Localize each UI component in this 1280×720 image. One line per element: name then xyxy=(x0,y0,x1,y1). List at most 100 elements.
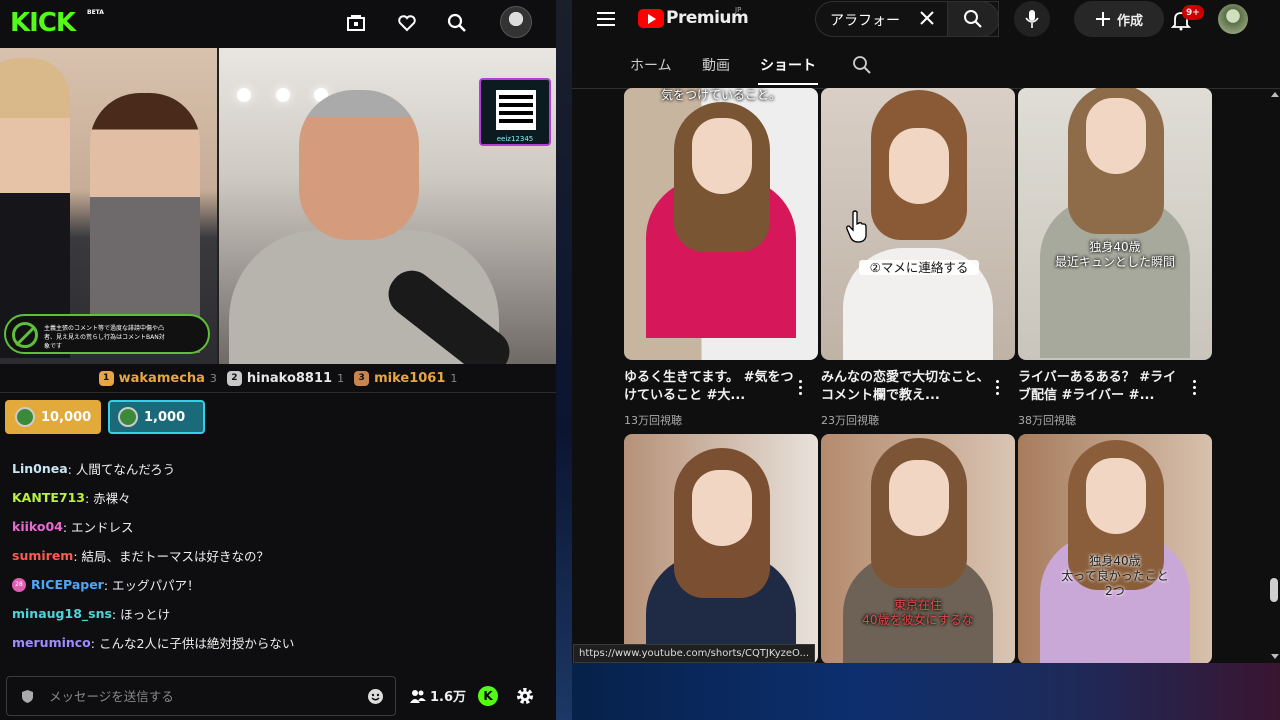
short-title[interactable]: ライバーあるある？ #ライブ配信 #ライバー #... xyxy=(1018,369,1188,405)
chat-username[interactable]: kiiko04 xyxy=(12,519,63,534)
qr-code-overlay: eeiz12345 xyxy=(479,78,551,146)
divider xyxy=(0,392,556,393)
pinned-gift-10000[interactable]: 10,000 xyxy=(5,400,101,434)
kick-beta-label: BETA xyxy=(87,9,104,16)
browse-icon[interactable] xyxy=(343,10,369,36)
rank-badge: 2 xyxy=(226,370,242,386)
coin-icon xyxy=(118,407,138,427)
plus-icon xyxy=(1095,12,1110,26)
top-gifters-bar: 1 wakamecha 3 2 hinako8811 1 3 mike1061 … xyxy=(0,364,556,392)
chat-text: : 人間てなんだろう xyxy=(67,462,176,477)
hand-cursor-icon xyxy=(846,210,867,243)
short-card[interactable] xyxy=(624,434,818,664)
gift-count: 1 xyxy=(337,371,345,385)
subscriber-badge: 28 xyxy=(12,577,26,592)
chat-username[interactable]: sumirem xyxy=(12,548,73,563)
stream-video[interactable]: eeiz12345 主義主張のコメント等で過度な誹謗中傷や凸者、見え見えの荒らし… xyxy=(0,48,556,364)
chat-message[interactable]: meruminco : こんな2人に子供は絶対授からない xyxy=(12,628,552,657)
clear-search-icon[interactable] xyxy=(918,9,936,27)
chat-rules-text: 主義主張のコメント等で過度な誹謗中傷や凸者、見え見えの荒らし行為はコメントBAN… xyxy=(44,325,165,350)
gifter-name: wakamecha xyxy=(118,370,205,386)
search-input[interactable] xyxy=(830,10,960,30)
short-thumbnail[interactable]: 独身40歳 太って良かったこと 2つ xyxy=(1018,434,1212,664)
gifter-name: hinako8811 xyxy=(246,370,333,386)
chat-message[interactable]: KANTE713 : 赤裸々 xyxy=(12,483,552,512)
scroll-down-arrow[interactable] xyxy=(1271,654,1279,659)
tab-shorts[interactable]: ショート xyxy=(760,55,816,75)
tab-home[interactable]: ホーム xyxy=(630,55,672,75)
short-card[interactable]: ②マメに連絡する みんなの恋愛で大切なこと、コメント欄で教え... 23万回視聴 xyxy=(821,88,1015,428)
search-button[interactable] xyxy=(947,1,999,37)
more-options-icon[interactable] xyxy=(995,380,999,396)
notification-count: 9+ xyxy=(1182,5,1204,20)
short-card[interactable]: 独身40歳 最近キュンとした瞬間 ライバーあるある？ #ライブ配信 #ライバー … xyxy=(1018,88,1212,428)
shield-icon[interactable] xyxy=(21,689,34,704)
more-options-icon[interactable] xyxy=(798,380,802,396)
chat-messages: Lin0nea : 人間てなんだろう KANTE713 : 赤裸々 kiiko0… xyxy=(12,454,552,657)
chat-message[interactable]: kiiko04 : エンドレス xyxy=(12,512,552,541)
kick-logo[interactable]: KICK xyxy=(10,8,76,38)
gifter-2[interactable]: 2 hinako8811 1 xyxy=(226,370,345,386)
short-card[interactable]: 気をつけていること。 ゆるく生きてます。 #気をつけていること #大... 13… xyxy=(624,88,818,428)
kick-points-icon[interactable]: K xyxy=(478,686,498,706)
voice-search-button[interactable] xyxy=(1014,1,1050,37)
menu-icon[interactable] xyxy=(597,12,615,26)
short-thumbnail[interactable]: 東京在住 40歳を彼女にするな xyxy=(821,434,1015,664)
scrollbar-thumb[interactable] xyxy=(1270,578,1278,602)
more-options-icon[interactable] xyxy=(1192,380,1196,396)
chat-username[interactable]: Lin0nea xyxy=(12,461,68,476)
chat-rules-banner: 主義主張のコメント等で過度な誹謗中傷や凸者、見え見えの荒らし行為はコメントBAN… xyxy=(4,314,210,354)
chat-text: : エンドレス xyxy=(62,520,134,535)
chat-username[interactable]: minaug18_sns xyxy=(12,606,112,621)
thumbnail-caption: 気をつけていること。 xyxy=(660,88,781,102)
gift-amount: 1,000 xyxy=(144,409,186,425)
short-card[interactable]: 東京在住 40歳を彼女にするな xyxy=(821,434,1015,664)
view-count: 23万回視聴 xyxy=(821,414,879,427)
coin-icon xyxy=(15,407,35,427)
gifter-1[interactable]: 1 wakamecha 3 xyxy=(98,370,217,386)
kick-header: KICK BETA xyxy=(0,0,556,48)
chat-username[interactable]: meruminco xyxy=(12,635,91,650)
chat-message[interactable]: Lin0nea : 人間てなんだろう xyxy=(12,454,552,483)
channel-tabs: ホーム 動画 ショート xyxy=(572,40,1280,86)
channel-search-icon[interactable] xyxy=(852,55,872,75)
chat-username[interactable]: RICEPaper xyxy=(31,577,104,592)
short-thumbnail[interactable] xyxy=(624,434,818,664)
screen: KICK BETA eeiz12345 主義主張のコメント等で過度な誹謗中傷や凸… xyxy=(0,0,1280,720)
chat-text: : ほっとけ xyxy=(111,607,171,622)
scroll-up-arrow[interactable] xyxy=(1271,92,1279,97)
kick-stream-panel: KICK BETA eeiz12345 主義主張のコメント等で過度な誹謗中傷や凸… xyxy=(0,0,556,720)
user-avatar[interactable] xyxy=(500,6,532,38)
gifter-3[interactable]: 3 mike1061 1 xyxy=(354,370,458,386)
viewer-count: 1.6万 xyxy=(410,686,466,705)
search-icon[interactable] xyxy=(444,10,470,36)
tab-videos[interactable]: 動画 xyxy=(702,55,730,75)
youtube-panel: Premium JP 作成 9+ ホーム 動画 ショート xyxy=(572,0,1280,720)
create-label: 作成 xyxy=(1116,13,1143,29)
youtube-logo-icon[interactable] xyxy=(638,9,664,28)
chat-username[interactable]: KANTE713 xyxy=(12,490,85,505)
short-title[interactable]: みんなの恋愛で大切なこと、コメント欄で教え... xyxy=(821,369,991,405)
chat-message-input[interactable] xyxy=(49,686,349,706)
chat-message[interactable]: minaug18_sns : ほっとけ xyxy=(12,599,552,628)
desktop-background xyxy=(572,663,1280,720)
pinned-gift-1000[interactable]: 1,000 xyxy=(108,400,205,434)
short-thumbnail[interactable]: 独身40歳 最近キュンとした瞬間 xyxy=(1018,88,1212,360)
emoji-icon[interactable] xyxy=(367,688,384,705)
following-heart-icon[interactable] xyxy=(394,10,420,36)
gear-icon[interactable] xyxy=(515,686,535,706)
short-thumbnail[interactable]: 気をつけていること。 xyxy=(624,88,818,360)
gift-count: 1 xyxy=(450,371,458,385)
short-title[interactable]: ゆるく生きてます。 #気をつけていること #大... xyxy=(624,369,794,405)
chat-message[interactable]: sumirem : 結局、まだトーマスは好きなの？ xyxy=(12,541,552,570)
account-avatar[interactable] xyxy=(1218,4,1248,34)
create-button[interactable]: 作成 xyxy=(1074,1,1164,37)
chat-message[interactable]: 28 RICEPaper : エッグパパア！ xyxy=(12,570,552,599)
short-card[interactable]: 独身40歳 太って良かったこと 2つ xyxy=(1018,434,1212,664)
view-count: 13万回視聴 xyxy=(624,414,682,427)
view-count: 38万回視聴 xyxy=(1018,414,1076,427)
search-icon xyxy=(964,10,982,28)
youtube-header: Premium JP 作成 9+ xyxy=(572,0,1280,40)
thumbnail-caption: 東京在住 40歳を彼女にするな xyxy=(862,598,974,627)
region-label: JP xyxy=(735,6,742,14)
